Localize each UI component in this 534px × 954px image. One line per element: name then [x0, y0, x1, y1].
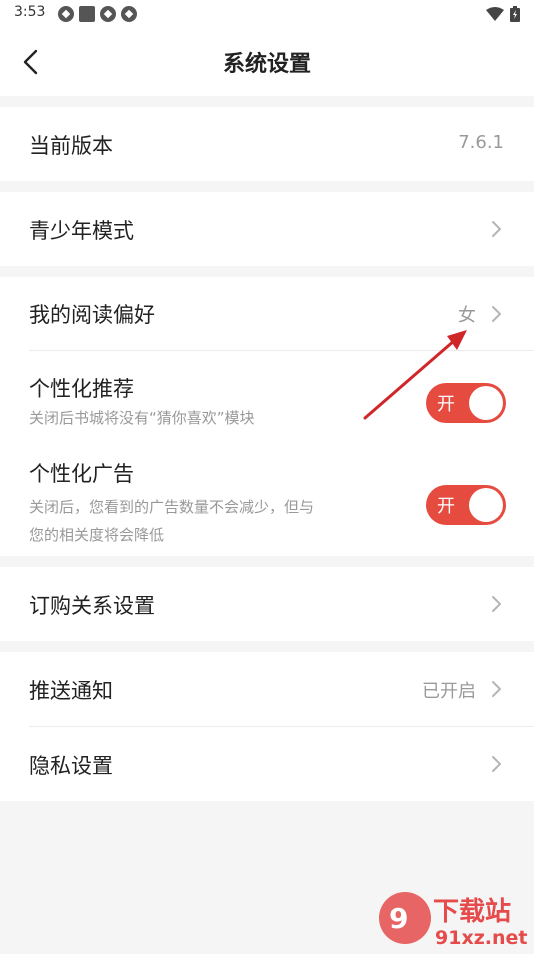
- personal-ads-toggle[interactable]: 开: [426, 485, 506, 525]
- personal-ads-description-line1: 关闭后，您看到的广告数量不会减少，但与: [29, 498, 315, 516]
- personal-ads-label: 个性化广告: [29, 462, 134, 486]
- version-row: 当前版本 7.6.1: [0, 107, 534, 181]
- app-notification-icon: [79, 6, 95, 22]
- privacy-settings-label: 隐私设置: [29, 754, 113, 778]
- annotation-arrow: [363, 330, 467, 420]
- personal-recommendation-description: 关闭后书城将没有“猜你喜欢”模块: [29, 409, 255, 427]
- chevron-right-icon: [492, 221, 501, 237]
- push-notification-label: 推送通知: [29, 679, 113, 703]
- version-value: 7.6.1: [458, 132, 504, 153]
- privacy-settings-row[interactable]: 隐私设置: [0, 727, 534, 801]
- toggle-label: 开: [437, 496, 455, 517]
- svg-text:9: 9: [389, 902, 408, 935]
- notification-privacy-group: 推送通知 已开启 隐私设置: [0, 652, 534, 801]
- chevron-right-icon: [492, 756, 501, 772]
- page-title: 系统设置: [222, 52, 311, 77]
- reading-preference-label: 我的阅读偏好: [29, 303, 155, 327]
- personal-ads-description-line2: 您的相关度将会降低: [29, 526, 165, 544]
- notification-icons: [58, 6, 137, 22]
- status-bar: 3:53: [0, 0, 534, 28]
- push-notification-row[interactable]: 推送通知 已开启: [0, 652, 534, 726]
- app-notification-icon: [58, 6, 74, 22]
- chevron-right-icon: [492, 681, 501, 697]
- app-notification-icon: [121, 6, 137, 22]
- app-notification-icon: [100, 6, 116, 22]
- toggle-knob: [469, 488, 503, 522]
- battery-icon: [510, 6, 520, 22]
- chevron-right-icon: [492, 306, 501, 322]
- subscription-settings-row[interactable]: 订购关系设置: [0, 567, 534, 641]
- youth-mode-label: 青少年模式: [29, 219, 134, 243]
- wifi-icon: [486, 7, 504, 21]
- version-label: 当前版本: [29, 134, 113, 158]
- top-app-bar: 系统设置: [0, 28, 534, 96]
- status-time: 3:53: [14, 4, 46, 20]
- personal-recommendation-label: 个性化推荐: [29, 377, 134, 401]
- chevron-right-icon: [492, 596, 501, 612]
- watermark-graphic: 9 下载站 91xz.net: [379, 892, 527, 949]
- watermark-logo: 9 下载站 91xz.net: [375, 888, 534, 950]
- svg-text:下载站: 下载站: [433, 897, 511, 927]
- youth-mode-row[interactable]: 青少年模式: [0, 192, 534, 266]
- svg-text:91xz.net: 91xz.net: [435, 927, 527, 949]
- system-icons: [486, 6, 520, 22]
- subscription-settings-label: 订购关系设置: [29, 594, 155, 618]
- push-notification-status: 已开启: [422, 681, 476, 702]
